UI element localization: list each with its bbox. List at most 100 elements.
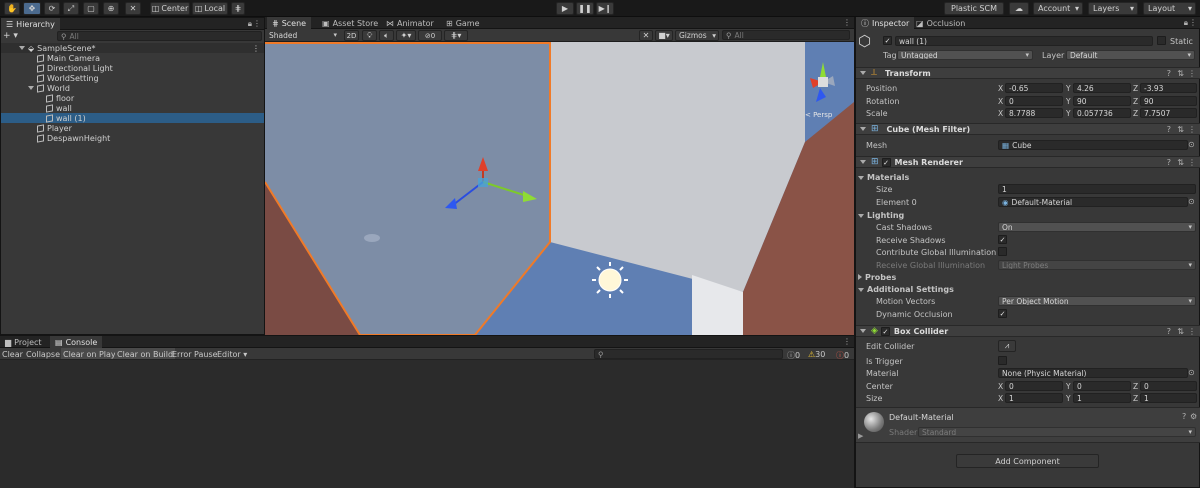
gear-icon[interactable]: ⚙: [1190, 412, 1197, 421]
additional-settings-foldout[interactable]: Additional Settings: [858, 285, 954, 294]
mesh-filter-component-header[interactable]: ⊞ Cube (Mesh Filter) ? ⇅ ⋮: [856, 123, 1200, 135]
grid-snap-icon[interactable]: ⋕: [231, 2, 245, 15]
kebab-menu-icon[interactable]: ⋮: [1188, 69, 1196, 78]
clear-button[interactable]: Clear: [2, 350, 23, 359]
custom-tool-icon[interactable]: ✕: [125, 2, 141, 15]
gameobject-large-icon[interactable]: ⬡: [858, 32, 876, 50]
mesh-renderer-component-header[interactable]: ⊞ ✓ Mesh Renderer ? ⇅ ⋮: [856, 156, 1200, 168]
contribute-gi-checkbox[interactable]: [998, 247, 1007, 256]
rotation-y-field[interactable]: 90: [1073, 96, 1131, 106]
account-dropdown[interactable]: Account ▾: [1033, 2, 1083, 15]
object-picker-icon[interactable]: ⊙: [1188, 197, 1195, 206]
kebab-menu-icon[interactable]: ⋮: [1188, 158, 1196, 167]
list-item[interactable]: Player: [1, 123, 264, 133]
list-item[interactable]: ⬙ SampleScene* ⋮: [1, 43, 264, 53]
tools-icon[interactable]: ✕: [639, 30, 653, 41]
tab-game[interactable]: ⊞ Game: [441, 17, 485, 29]
move-tool-icon[interactable]: ✥: [23, 2, 41, 15]
shader-dropdown[interactable]: Standard: [918, 427, 1196, 437]
static-checkbox[interactable]: [1157, 36, 1166, 45]
help-icon[interactable]: ?: [1167, 125, 1171, 134]
lock-icon[interactable]: 🔒︎: [248, 19, 252, 29]
center-z-field[interactable]: 0: [1140, 381, 1197, 391]
rect-tool-icon[interactable]: ▢: [83, 2, 99, 15]
list-item[interactable]: Main Camera: [1, 53, 264, 63]
kebab-menu-icon[interactable]: ⋮: [1188, 327, 1196, 336]
tab-hierarchy[interactable]: ☰ Hierarchy: [1, 18, 60, 30]
tab-scene[interactable]: ⋕ Scene: [267, 17, 312, 29]
tab-inspector[interactable]: ⓘ Inspector: [856, 17, 915, 29]
receive-shadows-checkbox[interactable]: ✓: [998, 235, 1007, 244]
preset-icon[interactable]: ⇅: [1177, 158, 1184, 167]
object-picker-icon[interactable]: ⊙: [1188, 140, 1195, 149]
help-icon[interactable]: ?: [1167, 69, 1171, 78]
effects-toggle-icon[interactable]: ✦▾: [396, 30, 416, 41]
grid-toggle-icon[interactable]: ⋕▾: [444, 30, 468, 41]
help-icon[interactable]: ?: [1167, 327, 1171, 336]
add-component-button[interactable]: Add Component: [956, 454, 1099, 468]
size-y-field[interactable]: 1: [1073, 393, 1131, 403]
preset-icon[interactable]: ⇅: [1177, 69, 1184, 78]
tab-occlusion[interactable]: ◪ Occlusion: [911, 17, 970, 29]
kebab-menu-icon[interactable]: ⋮: [843, 337, 851, 346]
layers-dropdown[interactable]: Layers ▾: [1088, 2, 1138, 15]
cast-shadows-dropdown[interactable]: On: [998, 222, 1196, 232]
scene-search-input[interactable]: ⚲ All: [722, 30, 850, 40]
edit-collider-button[interactable]: ⩘: [998, 340, 1016, 352]
rotation-x-field[interactable]: 0: [1005, 96, 1063, 106]
list-item[interactable]: wall: [1, 103, 264, 113]
preset-icon[interactable]: ⇅: [1177, 327, 1184, 336]
position-x-field[interactable]: -0.65: [1005, 83, 1063, 93]
physic-material-field[interactable]: None (Physic Material): [998, 368, 1188, 378]
mesh-object-field[interactable]: ▦ Cube: [998, 140, 1188, 150]
step-button[interactable]: ▶❙: [596, 2, 614, 15]
create-button[interactable]: + ▾: [3, 31, 23, 41]
size-z-field[interactable]: 1: [1140, 393, 1197, 403]
list-item-selected[interactable]: wall (1): [1, 113, 264, 123]
tab-asset-store[interactable]: ▣ Asset Store: [317, 17, 383, 29]
help-icon[interactable]: ?: [1182, 412, 1186, 421]
pivot-center-button[interactable]: ◫ Center: [150, 2, 190, 15]
help-icon[interactable]: ?: [1167, 158, 1171, 167]
pause-button[interactable]: ❚❚: [576, 2, 594, 15]
error-pause-button[interactable]: Error Pause: [172, 350, 218, 359]
kebab-menu-icon[interactable]: ⋮: [252, 44, 260, 53]
motion-vectors-dropdown[interactable]: Per Object Motion: [998, 296, 1196, 306]
2d-toggle-button[interactable]: 2D: [344, 30, 359, 41]
scale-x-field[interactable]: 8.7788: [1005, 108, 1063, 118]
scale-y-field[interactable]: 0.057736: [1073, 108, 1131, 118]
error-filter-toggle[interactable]: ⓘ0: [836, 350, 849, 361]
console-search-input[interactable]: ⚲: [594, 349, 783, 359]
box-collider-enabled-checkbox[interactable]: ✓: [880, 326, 890, 336]
rotation-z-field[interactable]: 90: [1140, 96, 1197, 106]
position-y-field[interactable]: 4.26: [1073, 83, 1131, 93]
foldout-arrow-icon[interactable]: ▶: [858, 432, 863, 440]
clear-on-play-button[interactable]: Clear on Play: [61, 348, 118, 359]
play-button[interactable]: ▶: [556, 2, 574, 15]
layout-dropdown[interactable]: Layout ▾: [1143, 2, 1196, 15]
lighting-foldout[interactable]: Lighting: [858, 211, 904, 220]
list-item[interactable]: WorldSetting: [1, 73, 264, 83]
lock-icon[interactable]: 🔒︎: [1184, 18, 1188, 28]
element0-material-field[interactable]: ◉ Default-Material: [998, 197, 1188, 207]
plastic-scm-button[interactable]: Plastic SCM: [944, 2, 1004, 15]
scale-tool-icon[interactable]: ⤢: [63, 2, 79, 15]
log-filter-toggle[interactable]: ⓘ0: [787, 350, 800, 361]
materials-foldout[interactable]: Materials: [858, 173, 909, 182]
cloud-icon[interactable]: ☁: [1009, 2, 1029, 15]
scene-viewport[interactable]: < Persp: [265, 42, 854, 335]
tab-project[interactable]: ▆ Project: [0, 336, 47, 348]
kebab-menu-icon[interactable]: ⋮: [1189, 18, 1197, 27]
editor-dropdown[interactable]: Editor ▾: [217, 350, 247, 359]
dynamic-occlusion-checkbox[interactable]: ✓: [998, 309, 1007, 318]
lighting-toggle-icon[interactable]: 💡︎: [362, 30, 377, 41]
gizmos-dropdown[interactable]: Gizmos ▾: [675, 30, 719, 41]
kebab-menu-icon[interactable]: ⋮: [1188, 125, 1196, 134]
transform-tool-icon[interactable]: ⊕: [103, 2, 119, 15]
transform-component-header[interactable]: ⟂ Transform ? ⇅ ⋮: [856, 67, 1200, 79]
preset-icon[interactable]: ⇅: [1177, 125, 1184, 134]
hierarchy-search-input[interactable]: ⚲ All: [57, 31, 262, 41]
tag-dropdown[interactable]: Untagged: [897, 50, 1033, 60]
audio-toggle-icon[interactable]: 🔈︎: [379, 30, 394, 41]
mesh-renderer-enabled-checkbox[interactable]: ✓: [881, 157, 891, 167]
